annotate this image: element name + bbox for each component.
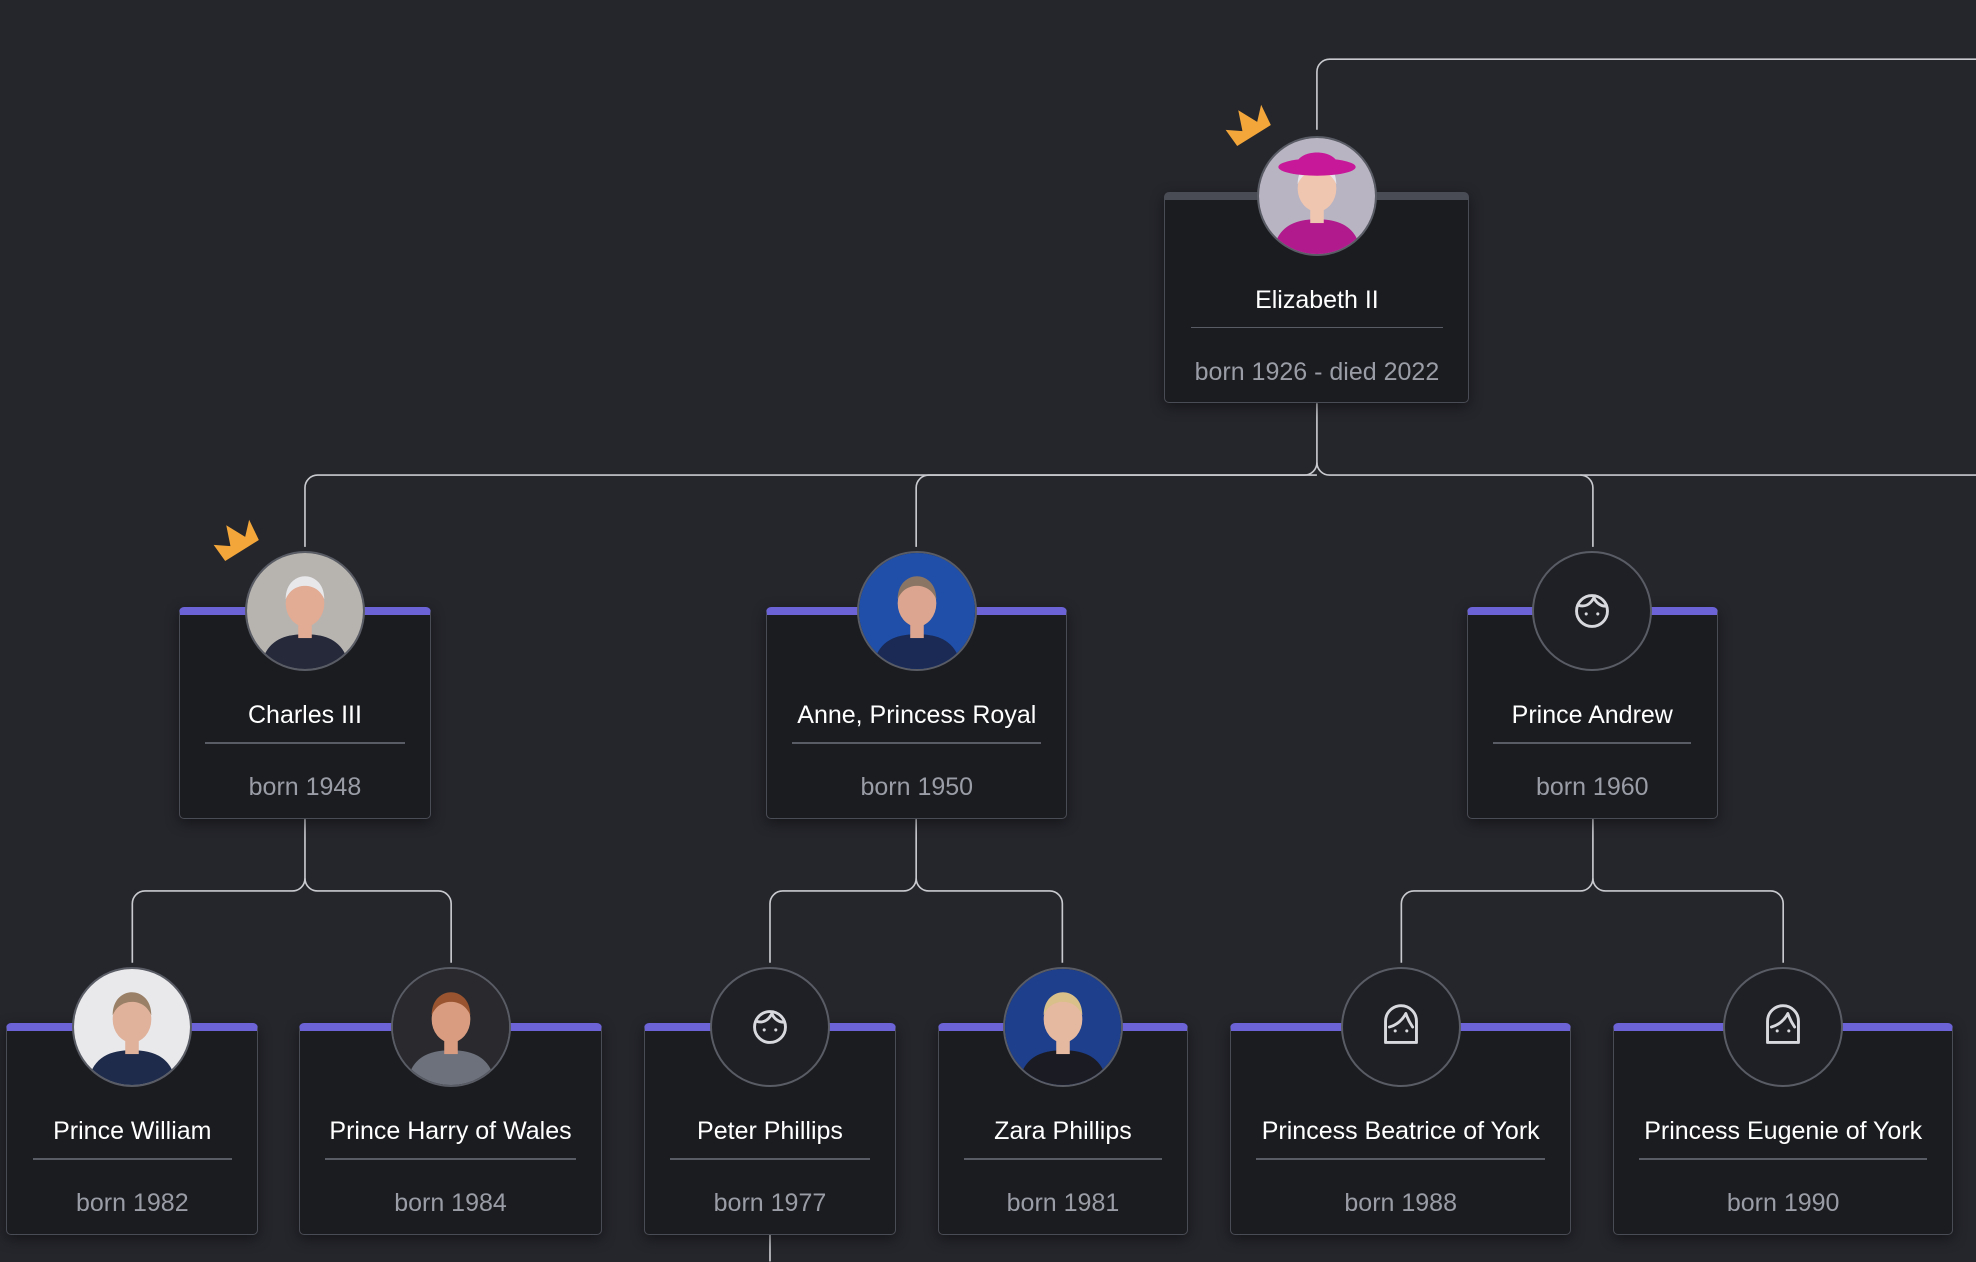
charles-to-harry-connector	[304, 878, 452, 963]
card-divider	[670, 1158, 870, 1160]
elizabeth-to-andrew-connector	[1316, 462, 1594, 547]
person-name: Anne, Princess Royal	[797, 701, 1037, 730]
card-divider	[1493, 742, 1692, 744]
portrait-photo-william	[72, 967, 193, 1088]
person-dates: born 1950	[860, 773, 974, 802]
person-name: Prince Andrew	[1511, 701, 1673, 730]
person-dates: born 1948	[248, 773, 362, 802]
elizabeth-top-line-connector	[1316, 58, 1976, 130]
person-dates: born 1977	[713, 1189, 827, 1218]
card-divider	[32, 1158, 233, 1160]
andrew-to-beatrice-connector	[1400, 819, 1594, 963]
card-divider	[792, 742, 1042, 744]
male-placeholder-icon	[1532, 551, 1653, 672]
anne-to-zara-connector	[915, 878, 1064, 963]
person-name: Prince William	[53, 1117, 212, 1146]
person-dates: born 1960	[1535, 773, 1649, 802]
person-name: Princess Beatrice of York	[1261, 1117, 1540, 1146]
charles-to-william-connector	[131, 819, 306, 963]
anne-to-peter-connector	[769, 819, 917, 963]
person-name: Elizabeth II	[1255, 285, 1379, 314]
card-divider	[205, 742, 405, 744]
male-placeholder-icon	[709, 967, 830, 1088]
andrew-to-eugenie-connector	[1592, 878, 1785, 963]
person-name: Princess Eugenie of York	[1644, 1117, 1923, 1146]
person-name: Zara Phillips	[994, 1117, 1132, 1146]
card-divider	[963, 1158, 1163, 1160]
person-dates: born 1982	[76, 1189, 189, 1218]
person-dates: born 1988	[1344, 1189, 1457, 1218]
person-name: Peter Phillips	[697, 1117, 843, 1146]
family-tree: Elizabeth II born 1926 - died 2022 Charles…	[0, 0, 1976, 1262]
elizabeth-to-anne-connector	[915, 474, 1317, 547]
portrait-photo-zara	[1002, 967, 1123, 1088]
card-divider	[1639, 1158, 1928, 1160]
female-placeholder-icon	[1723, 967, 1844, 1088]
person-dates: born 1926 - died 2022	[1194, 357, 1440, 386]
crown-icon	[213, 511, 275, 578]
person-name: Prince Harry of Wales	[329, 1117, 572, 1146]
person-dates: born 1984	[394, 1189, 507, 1218]
crown-icon	[1225, 96, 1287, 163]
portrait-photo-harry	[390, 967, 511, 1088]
person-dates: born 1981	[1006, 1189, 1120, 1218]
card-divider	[324, 1158, 577, 1160]
card-divider	[1256, 1158, 1546, 1160]
card-divider	[1190, 326, 1444, 329]
person-name: Charles III	[247, 701, 362, 730]
portrait-photo-anne	[856, 551, 977, 672]
person-dates: born 1990	[1726, 1189, 1840, 1218]
female-placeholder-icon	[1340, 967, 1461, 1088]
